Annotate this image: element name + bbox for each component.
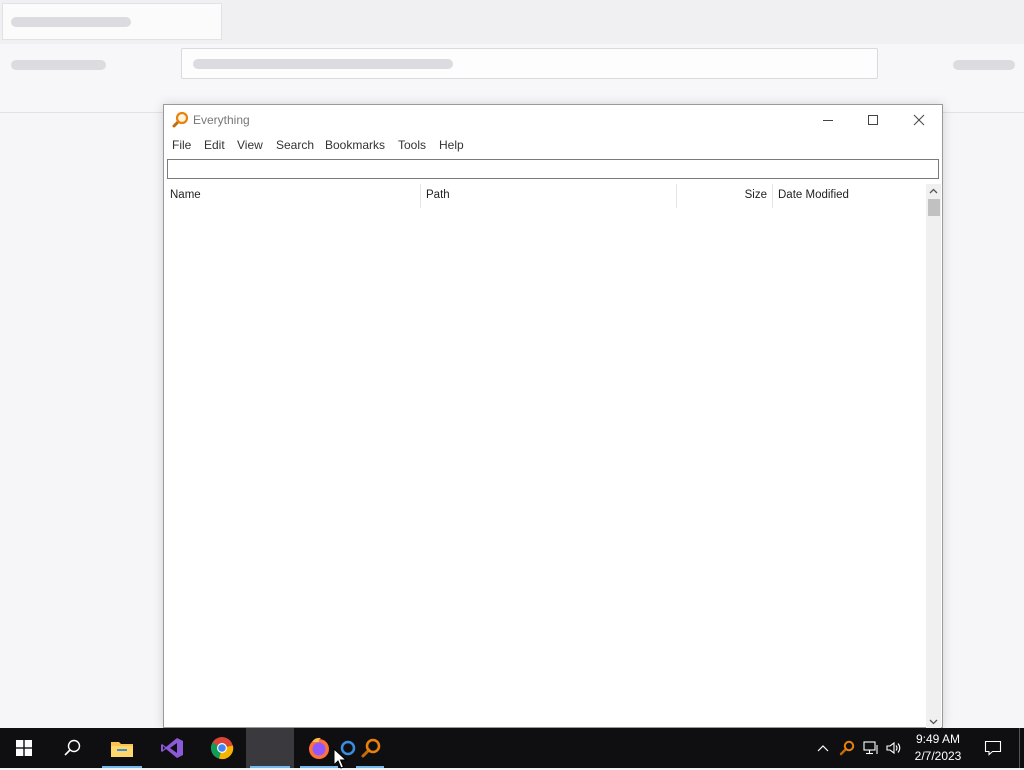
mouse-cursor-icon bbox=[333, 748, 347, 769]
everything-window: Everything File Edit View Search Bookmar… bbox=[163, 104, 943, 729]
column-header-row: Name Path Size Date Modified bbox=[165, 184, 926, 208]
minimize-button[interactable] bbox=[805, 105, 851, 135]
chrome-icon bbox=[211, 737, 234, 760]
menu-bookmarks[interactable]: Bookmarks bbox=[325, 138, 385, 152]
firefox-icon bbox=[309, 737, 329, 759]
everything-icon bbox=[361, 738, 381, 758]
tray-everything[interactable] bbox=[836, 728, 858, 768]
menu-tools[interactable]: Tools bbox=[398, 138, 426, 152]
menu-help[interactable]: Help bbox=[439, 138, 464, 152]
chevron-up-icon bbox=[817, 745, 829, 752]
background-tab bbox=[2, 3, 222, 40]
taskbar-blank-window[interactable] bbox=[246, 728, 294, 768]
close-icon bbox=[913, 114, 925, 126]
show-desktop-divider[interactable] bbox=[1019, 728, 1020, 768]
scroll-thumb[interactable] bbox=[928, 199, 940, 216]
maximize-icon bbox=[868, 115, 878, 125]
everything-tray-icon bbox=[839, 740, 855, 756]
column-header-date-modified[interactable]: Date Modified bbox=[773, 184, 926, 208]
placeholder-bar bbox=[11, 60, 106, 70]
close-button[interactable] bbox=[896, 105, 942, 135]
network-icon bbox=[863, 741, 878, 755]
background-search-field bbox=[181, 48, 878, 79]
scroll-up-arrow-icon[interactable] bbox=[926, 184, 941, 198]
menu-file[interactable]: File bbox=[172, 138, 191, 152]
vertical-scrollbar[interactable] bbox=[926, 184, 941, 729]
tray-network[interactable] bbox=[860, 728, 882, 768]
volume-icon bbox=[886, 741, 901, 755]
taskbar-search-button[interactable] bbox=[48, 728, 96, 768]
start-button[interactable] bbox=[0, 728, 48, 768]
placeholder-bar bbox=[953, 60, 1015, 70]
taskbar-clock[interactable]: 9:49 AM 2/7/2023 bbox=[905, 731, 971, 765]
file-explorer-icon bbox=[111, 742, 133, 757]
background-app-header bbox=[0, 0, 1024, 45]
magnifier-icon bbox=[171, 111, 189, 129]
show-hidden-icons-button[interactable] bbox=[812, 728, 834, 768]
column-header-name[interactable]: Name bbox=[165, 184, 421, 208]
column-header-path[interactable]: Path bbox=[421, 184, 677, 208]
title-bar[interactable]: Everything bbox=[164, 105, 942, 135]
taskbar-chrome[interactable] bbox=[198, 728, 246, 768]
clock-time: 9:49 AM bbox=[915, 732, 961, 746]
search-input[interactable] bbox=[167, 159, 939, 179]
notification-icon bbox=[984, 740, 1002, 756]
taskbar-visual-studio[interactable] bbox=[148, 728, 196, 768]
placeholder-bar bbox=[11, 17, 131, 27]
window-title: Everything bbox=[193, 113, 250, 127]
taskbar-file-explorer[interactable] bbox=[98, 728, 146, 768]
placeholder-bar bbox=[193, 59, 453, 69]
action-center-button[interactable] bbox=[976, 728, 1010, 768]
minimize-icon bbox=[823, 120, 833, 121]
scroll-down-arrow-icon[interactable] bbox=[926, 715, 941, 729]
column-header-size[interactable]: Size bbox=[677, 184, 773, 208]
start-icon bbox=[16, 740, 32, 756]
menu-view[interactable]: View bbox=[237, 138, 263, 152]
menu-search[interactable]: Search bbox=[276, 138, 314, 152]
menu-bar: File Edit View Search Bookmarks Tools He… bbox=[164, 135, 942, 155]
tray-volume[interactable] bbox=[883, 728, 905, 768]
taskbar-everything[interactable] bbox=[352, 728, 388, 768]
taskbar: 9:49 AM 2/7/2023 bbox=[0, 728, 1024, 768]
clock-date: 2/7/2023 bbox=[914, 749, 962, 763]
search-icon bbox=[64, 739, 81, 756]
menu-edit[interactable]: Edit bbox=[204, 138, 225, 152]
results-list[interactable]: Name Path Size Date Modified bbox=[165, 184, 926, 727]
visual-studio-icon bbox=[161, 738, 183, 758]
maximize-button[interactable] bbox=[850, 105, 896, 135]
